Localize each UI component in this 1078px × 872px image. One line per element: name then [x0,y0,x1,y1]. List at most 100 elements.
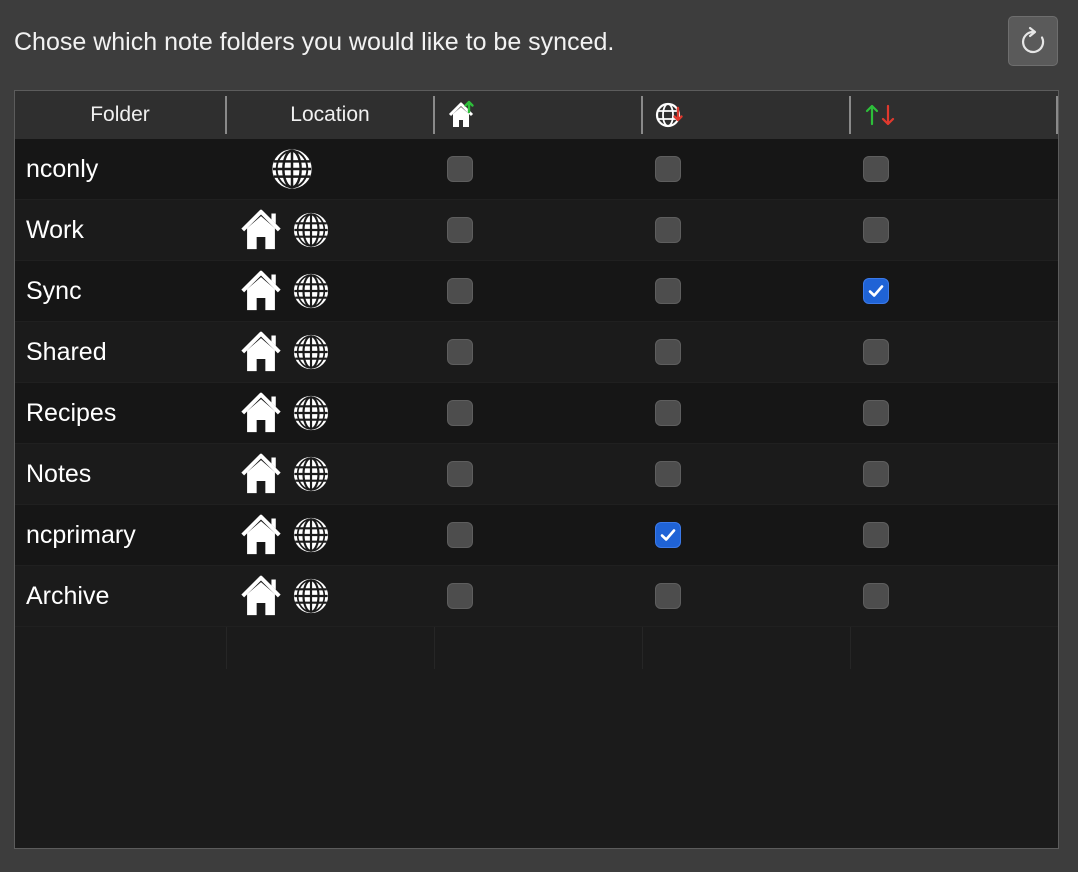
table-row[interactable]: Work [15,200,1058,261]
refresh-button[interactable] [1008,16,1058,66]
local-checkbox-cell [447,583,473,609]
home-icon [241,450,281,498]
local-checkbox[interactable] [447,583,473,609]
remote-checkbox[interactable] [655,278,681,304]
table-row[interactable]: nconly [15,139,1058,200]
folder-name: Archive [26,581,110,610]
sync-checkbox[interactable] [863,522,889,548]
table-row[interactable]: ncprimary [15,505,1058,566]
globe-icon [291,328,331,376]
sync-checkbox-cell [863,156,889,182]
location-icons [241,505,331,565]
column-header-folder-label: Folder [90,103,150,126]
local-checkbox-cell [447,278,473,304]
local-checkbox[interactable] [447,156,473,182]
sync-checkbox-cell [863,583,889,609]
column-header-location[interactable]: Location [227,91,433,139]
local-checkbox[interactable] [447,217,473,243]
remote-checkbox-cell [655,583,681,609]
folder-name: ncprimary [26,520,136,549]
folder-name: nconly [26,154,99,183]
refresh-icon [1021,26,1045,54]
local-checkbox[interactable] [447,522,473,548]
remote-checkbox-cell [655,217,681,243]
home-icon [241,389,281,437]
remote-checkbox[interactable] [655,522,681,548]
remote-checkbox-cell [655,461,681,487]
remote-checkbox-cell [655,339,681,365]
local-checkbox-cell [447,461,473,487]
instruction-text: Chose which note folders you would like … [14,28,615,56]
globe-icon [291,450,331,498]
location-icons [269,139,359,199]
column-header-local[interactable] [435,91,641,139]
folder-name: Recipes [26,398,117,427]
remote-checkbox[interactable] [655,461,681,487]
folders-table: Folder Location nconly Work Sync Shared … [14,90,1059,849]
column-header-sync[interactable] [851,91,1057,139]
sync-checkbox[interactable] [863,461,889,487]
home-icon [241,206,281,254]
sync-arrows-icon [865,104,895,126]
local-checkbox[interactable] [447,339,473,365]
local-checkbox[interactable] [447,461,473,487]
remote-checkbox-cell [655,156,681,182]
local-checkbox-cell [447,400,473,426]
sync-checkbox[interactable] [863,339,889,365]
table-row[interactable]: Recipes [15,383,1058,444]
location-icons [241,444,331,504]
table-body: nconly Work Sync Shared Recipes Notes ncprimar… [15,139,1058,627]
local-checkbox-cell [447,339,473,365]
remote-checkbox-cell [655,278,681,304]
home-icon [241,328,281,376]
remote-checkbox[interactable] [655,217,681,243]
globe-icon [269,145,315,193]
local-checkbox[interactable] [447,400,473,426]
remote-checkbox[interactable] [655,400,681,426]
globe-down-icon [655,102,683,128]
home-icon [241,267,281,315]
sync-checkbox-cell [863,522,889,548]
sync-checkbox-cell [863,400,889,426]
home-icon [241,572,281,620]
folder-name: Notes [26,459,92,488]
globe-icon [291,511,331,559]
remote-checkbox[interactable] [655,583,681,609]
sync-checkbox-cell [863,278,889,304]
location-icons [241,566,331,626]
location-icons [241,383,331,443]
table-row[interactable]: Sync [15,261,1058,322]
globe-icon [291,389,331,437]
sync-checkbox[interactable] [863,156,889,182]
remote-checkbox[interactable] [655,156,681,182]
remote-checkbox-cell [655,400,681,426]
sync-checkbox[interactable] [863,583,889,609]
sync-checkbox[interactable] [863,278,889,304]
local-checkbox[interactable] [447,278,473,304]
column-header-location-label: Location [290,103,370,126]
column-header-folder[interactable]: Folder [15,91,225,139]
remote-checkbox[interactable] [655,339,681,365]
folder-name: Sync [26,276,82,305]
local-checkbox-cell [447,217,473,243]
folder-name: Work [26,215,84,244]
local-checkbox-cell [447,522,473,548]
home-icon [241,511,281,559]
home-up-icon [448,100,474,127]
sync-checkbox-cell [863,339,889,365]
table-header: Folder Location [15,91,1058,139]
column-header-remote[interactable] [643,91,849,139]
sync-checkbox[interactable] [863,400,889,426]
table-row[interactable]: Notes [15,444,1058,505]
location-icons [241,200,331,260]
table-row[interactable]: Shared [15,322,1058,383]
globe-icon [291,572,331,620]
location-icons [241,261,331,321]
folder-name: Shared [26,337,107,366]
location-icons [241,322,331,382]
sync-checkbox[interactable] [863,217,889,243]
column-separator[interactable] [1056,96,1058,134]
sync-checkbox-cell [863,461,889,487]
table-row[interactable]: Archive [15,566,1058,627]
globe-icon [291,267,331,315]
